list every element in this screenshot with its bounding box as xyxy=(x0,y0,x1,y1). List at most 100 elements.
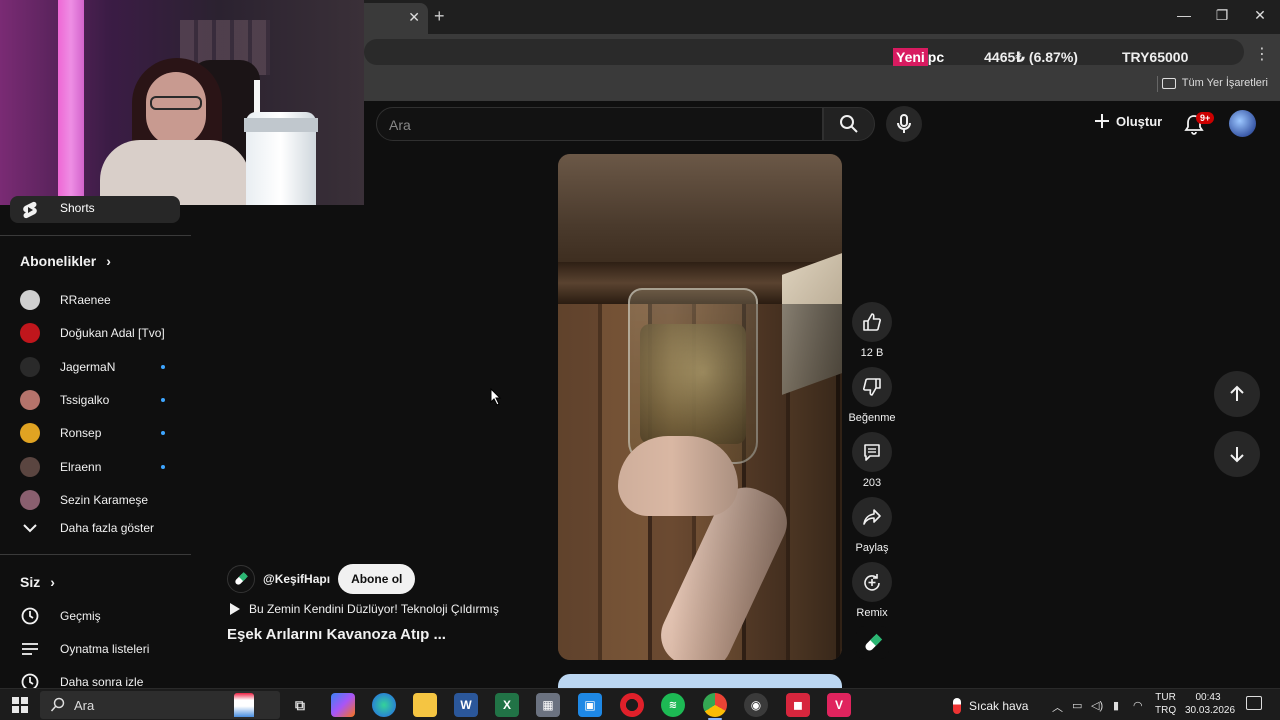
copilot-icon[interactable] xyxy=(331,693,355,717)
chevron-right-icon: › xyxy=(106,253,111,269)
ticker-label-highlight: Yeni xyxy=(893,48,928,66)
tray-chevron-up-icon[interactable]: ︿ xyxy=(1052,699,1063,715)
folder-icon xyxy=(1161,77,1176,89)
chevron-down-icon xyxy=(20,518,40,538)
word-icon[interactable]: W xyxy=(454,693,478,717)
lighthouse-icon[interactable] xyxy=(234,693,254,717)
battery-icon[interactable]: ▭ xyxy=(1072,699,1082,712)
dislike-button[interactable] xyxy=(852,367,892,407)
edge-icon[interactable] xyxy=(372,693,396,717)
maximize-icon[interactable]: ❐ xyxy=(1207,7,1237,24)
notification-center-icon[interactable] xyxy=(1246,696,1262,710)
speaker-icon[interactable]: ◁) xyxy=(1091,699,1103,712)
arrow-up-icon xyxy=(1230,385,1244,401)
history-label: Geçmiş xyxy=(60,609,101,623)
ticker-label: pc xyxy=(927,49,945,65)
shorts-video-player[interactable] xyxy=(558,154,842,660)
steam-icon[interactable]: ◉ xyxy=(744,693,768,717)
subscription-item[interactable]: Doğukan Adal [Tvo] xyxy=(20,318,180,348)
search-input[interactable]: Ara xyxy=(376,107,823,141)
remix-label: Remix xyxy=(856,607,888,619)
account-avatar[interactable] xyxy=(1229,110,1256,137)
minimize-icon[interactable]: — xyxy=(1169,7,1199,23)
opera-icon[interactable] xyxy=(620,693,644,717)
ticker-value-2: TRY65000 xyxy=(1121,49,1189,65)
channel-name[interactable]: @KeşifHapı xyxy=(263,572,330,586)
share-button[interactable] xyxy=(852,497,892,537)
sidebar-item-shorts[interactable]: Shorts xyxy=(10,196,180,223)
sidebar-item-history[interactable]: Geçmiş xyxy=(20,606,101,626)
share-action: Paylaş xyxy=(852,497,892,554)
subscription-name: Tssigalko xyxy=(60,393,110,407)
pill-icon xyxy=(864,633,882,651)
wifi-icon[interactable]: ◠ xyxy=(1133,699,1143,712)
spotify-icon[interactable]: ≋ xyxy=(661,693,685,717)
show-more-button[interactable]: Daha fazla göster xyxy=(20,518,154,538)
create-button[interactable]: Oluştur xyxy=(1094,113,1162,129)
subscribe-button[interactable]: Abone ol xyxy=(338,564,416,594)
watch-later-label: Daha sonra izle xyxy=(60,675,144,689)
subscription-item[interactable]: JagermaN xyxy=(20,352,180,382)
mouse-cursor-icon xyxy=(490,388,502,406)
like-count: 12 B xyxy=(860,347,884,359)
next-short-button[interactable] xyxy=(1214,431,1260,477)
subscriptions-heading-label: Abonelikler xyxy=(20,253,97,269)
like-button[interactable] xyxy=(852,302,892,342)
subscription-name: Doğukan Adal [Tvo] xyxy=(60,326,165,340)
webcam-neon-light xyxy=(58,0,84,205)
short-title[interactable]: Eşek Arılarını Kavanoza Atıp ... xyxy=(227,626,446,643)
comments-button[interactable] xyxy=(852,432,892,472)
subscription-avatar xyxy=(20,490,40,510)
thumbs-down-icon xyxy=(863,378,881,396)
store-icon[interactable]: ▣ xyxy=(578,693,602,717)
share-icon xyxy=(863,509,881,525)
excel-icon[interactable]: X xyxy=(495,693,519,717)
bookmarks-divider xyxy=(1157,76,1158,92)
search-button[interactable] xyxy=(823,107,875,141)
app-red-icon[interactable]: ◼ xyxy=(786,693,810,717)
taskbar-clock[interactable]: 00:43 30.03.2026 xyxy=(1185,691,1235,717)
sidebar-item-playlists[interactable]: Oynatma listeleri xyxy=(20,639,149,659)
chrome-icon[interactable] xyxy=(703,693,727,717)
windows-start-icon[interactable] xyxy=(12,697,28,713)
subscriptions-heading[interactable]: Abonelikler › xyxy=(20,253,111,269)
previous-short-button[interactable] xyxy=(1214,371,1260,417)
app-pink-icon[interactable]: V xyxy=(827,693,851,717)
file-explorer-icon[interactable] xyxy=(413,693,437,717)
playlist-icon xyxy=(20,639,40,659)
linked-video[interactable]: Bu Zemin Kendini Düzlüyor! Teknoloji Çıl… xyxy=(229,602,499,616)
task-view-icon[interactable]: ⧉ xyxy=(288,693,312,717)
you-heading[interactable]: Siz › xyxy=(20,574,55,590)
browser-menu-icon[interactable]: ⋮ xyxy=(1254,44,1270,64)
language-bottom: TRQ xyxy=(1155,705,1177,716)
language-indicator[interactable]: TUR TRQ xyxy=(1155,691,1176,717)
calculator-icon[interactable]: ▦ xyxy=(536,693,560,717)
sidebar-shorts-label: Shorts xyxy=(60,201,95,215)
remix-action: Remix xyxy=(852,562,892,619)
notification-badge: 9+ xyxy=(1196,112,1215,124)
dislike-action: Beğenme xyxy=(848,367,896,424)
subscription-item[interactable]: Elraenn xyxy=(20,452,180,482)
microphone-tray-icon[interactable]: ▮ xyxy=(1113,699,1119,712)
linked-video-title: Bu Zemin Kendini Düzlüyor! Teknoloji Çıl… xyxy=(249,602,499,616)
channel-thumbnail[interactable] xyxy=(856,626,889,659)
all-bookmarks-button[interactable]: Tüm Yer İşaretleri xyxy=(1161,77,1268,89)
share-label: Paylaş xyxy=(855,542,889,554)
new-tab-button[interactable]: + xyxy=(434,6,445,27)
voice-search-button[interactable] xyxy=(886,106,922,142)
comment-count: 203 xyxy=(862,477,882,489)
subscription-item[interactable]: RRaenee xyxy=(20,285,180,315)
create-label: Oluştur xyxy=(1116,113,1163,129)
weather-widget[interactable]: Sıcak hava xyxy=(953,698,1028,714)
close-window-icon[interactable]: ✕ xyxy=(1245,7,1275,24)
ticker-value: 4465₺ (6.87%) xyxy=(984,48,1078,65)
subscription-item[interactable]: Sezin Karameşe xyxy=(20,485,180,515)
subscription-item[interactable]: Tssigalko xyxy=(20,385,180,415)
search-icon xyxy=(840,115,858,133)
remix-button[interactable] xyxy=(852,562,892,602)
subscription-item[interactable]: Ronsep xyxy=(20,418,180,448)
channel-avatar[interactable] xyxy=(227,565,255,593)
tab-close-icon[interactable]: ✕ xyxy=(408,9,420,26)
new-content-dot xyxy=(161,398,165,402)
search-icon xyxy=(50,697,65,712)
